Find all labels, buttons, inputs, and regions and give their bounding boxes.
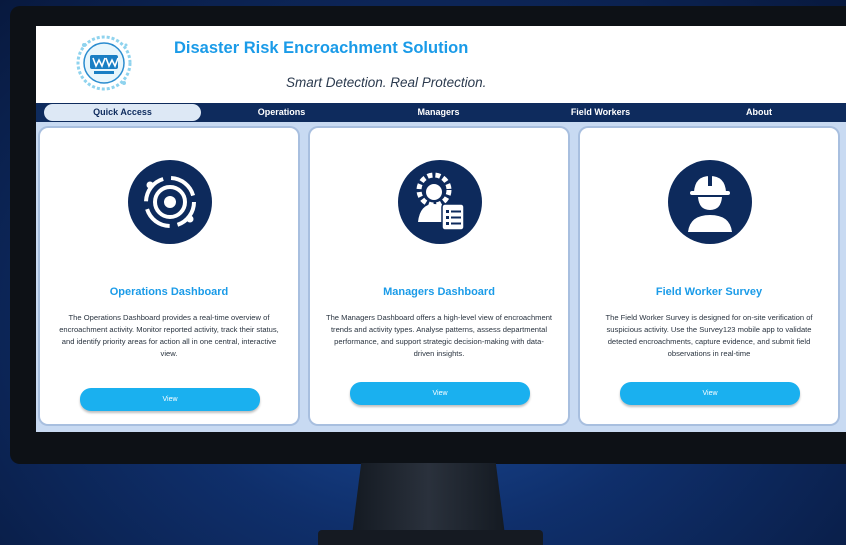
tab-about[interactable]: About — [714, 103, 804, 122]
operations-dashboard-card: Operations Dashboard The Operations Dash… — [40, 128, 298, 424]
card-description: The Operations Dashboard provides a real… — [59, 313, 279, 358]
main-nav: Quick Access Operations Managers Field W… — [36, 103, 846, 122]
tab-managers[interactable]: Managers — [391, 103, 486, 122]
view-field-worker-button[interactable]: View — [620, 382, 800, 405]
card-title: Managers Dashboard — [383, 286, 495, 298]
app-header: Disaster Risk Encroachment Solution Smar… — [36, 26, 846, 103]
monitor-frame: Disaster Risk Encroachment Solution Smar… — [10, 6, 846, 464]
app-title: Disaster Risk Encroachment Solution — [174, 39, 469, 57]
monitor-stand-neck — [352, 463, 505, 535]
card-description: The Managers Dashboard offers a high-lev… — [325, 313, 553, 358]
managers-dashboard-card: Managers Dashboard The Managers Dashboar… — [310, 128, 568, 424]
manager-checklist-icon — [398, 160, 482, 244]
tab-quick-access[interactable]: Quick Access — [44, 104, 201, 121]
app-tagline: Smart Detection. Real Protection. — [286, 75, 487, 90]
card-title: Field Worker Survey — [655, 286, 763, 298]
monitor-stand-base — [318, 530, 543, 545]
tab-operations[interactable]: Operations — [234, 103, 329, 122]
card-title: Operations Dashboard — [109, 286, 229, 298]
field-worker-helmet-icon — [668, 160, 752, 244]
water-logo-icon — [76, 35, 132, 91]
card-description: The Field Worker Survey is designed for … — [605, 313, 813, 358]
app-screen: Disaster Risk Encroachment Solution Smar… — [36, 26, 846, 432]
operations-dashboard-icon — [128, 160, 212, 244]
view-managers-button[interactable]: View — [350, 382, 530, 405]
view-operations-button[interactable]: View — [80, 388, 260, 411]
tab-field-workers[interactable]: Field Workers — [553, 103, 648, 122]
field-worker-survey-card: Field Worker Survey The Field Worker Sur… — [580, 128, 838, 424]
